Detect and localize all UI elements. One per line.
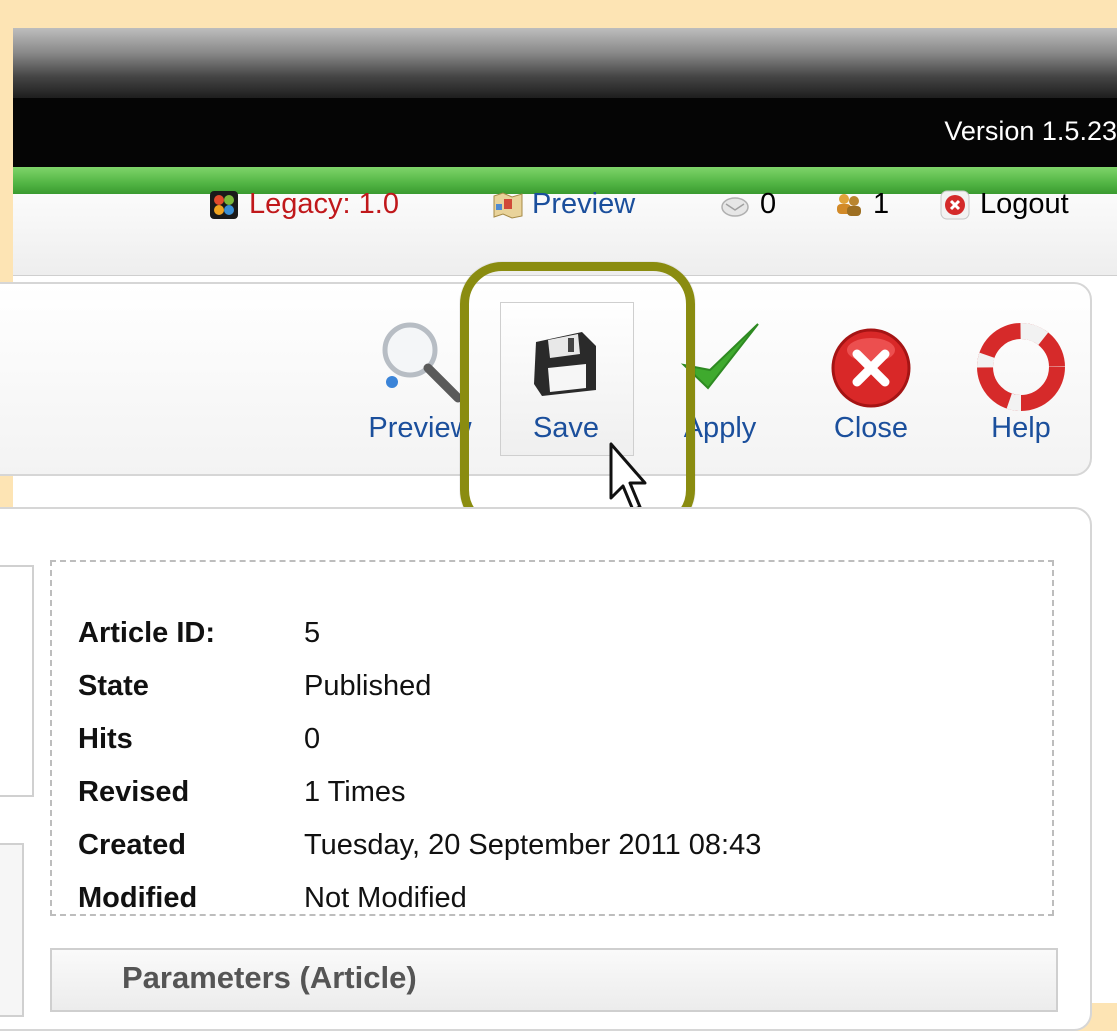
joomla-legacy-icon — [209, 190, 239, 220]
magnifier-icon — [382, 322, 463, 403]
logout-label: Logout — [980, 188, 1069, 220]
help-button[interactable]: Help — [961, 300, 1081, 460]
parameters-panel-header[interactable]: Parameters (Article) — [50, 948, 1058, 1012]
version-label: Version 1.5.23 — [944, 116, 1117, 146]
help-button-label: Help — [991, 412, 1051, 444]
preview-link[interactable]: Preview — [492, 188, 635, 221]
users-icon — [833, 190, 863, 220]
close-button-label: Close — [833, 412, 909, 444]
messages-count[interactable]: 0 — [720, 188, 776, 221]
legacy-label: Legacy: 1.0 — [249, 188, 399, 220]
logout-icon — [940, 190, 970, 220]
close-button[interactable]: Close — [811, 300, 931, 460]
messages-icon — [720, 190, 750, 220]
legacy-status[interactable]: Legacy: 1.0 — [209, 188, 399, 221]
save-highlight-annotation — [460, 262, 695, 532]
users-count-label: 1 — [873, 188, 890, 220]
lifebuoy-icon — [977, 323, 1065, 411]
top-header-gradient — [13, 28, 1117, 98]
preview-map-icon — [492, 190, 523, 220]
preview-link-label: Preview — [532, 188, 636, 220]
left-column-box — [0, 565, 34, 797]
parameters-title: Parameters (Article) — [122, 960, 417, 995]
article-details: Article ID: 5 State Published Hits 0 Rev… — [50, 560, 1054, 916]
users-count[interactable]: 1 — [833, 188, 889, 221]
close-circle-icon — [831, 328, 911, 408]
messages-count-label: 0 — [760, 188, 777, 220]
logout-link[interactable]: Logout — [940, 188, 1069, 221]
left-column-box-lower — [0, 843, 24, 1017]
